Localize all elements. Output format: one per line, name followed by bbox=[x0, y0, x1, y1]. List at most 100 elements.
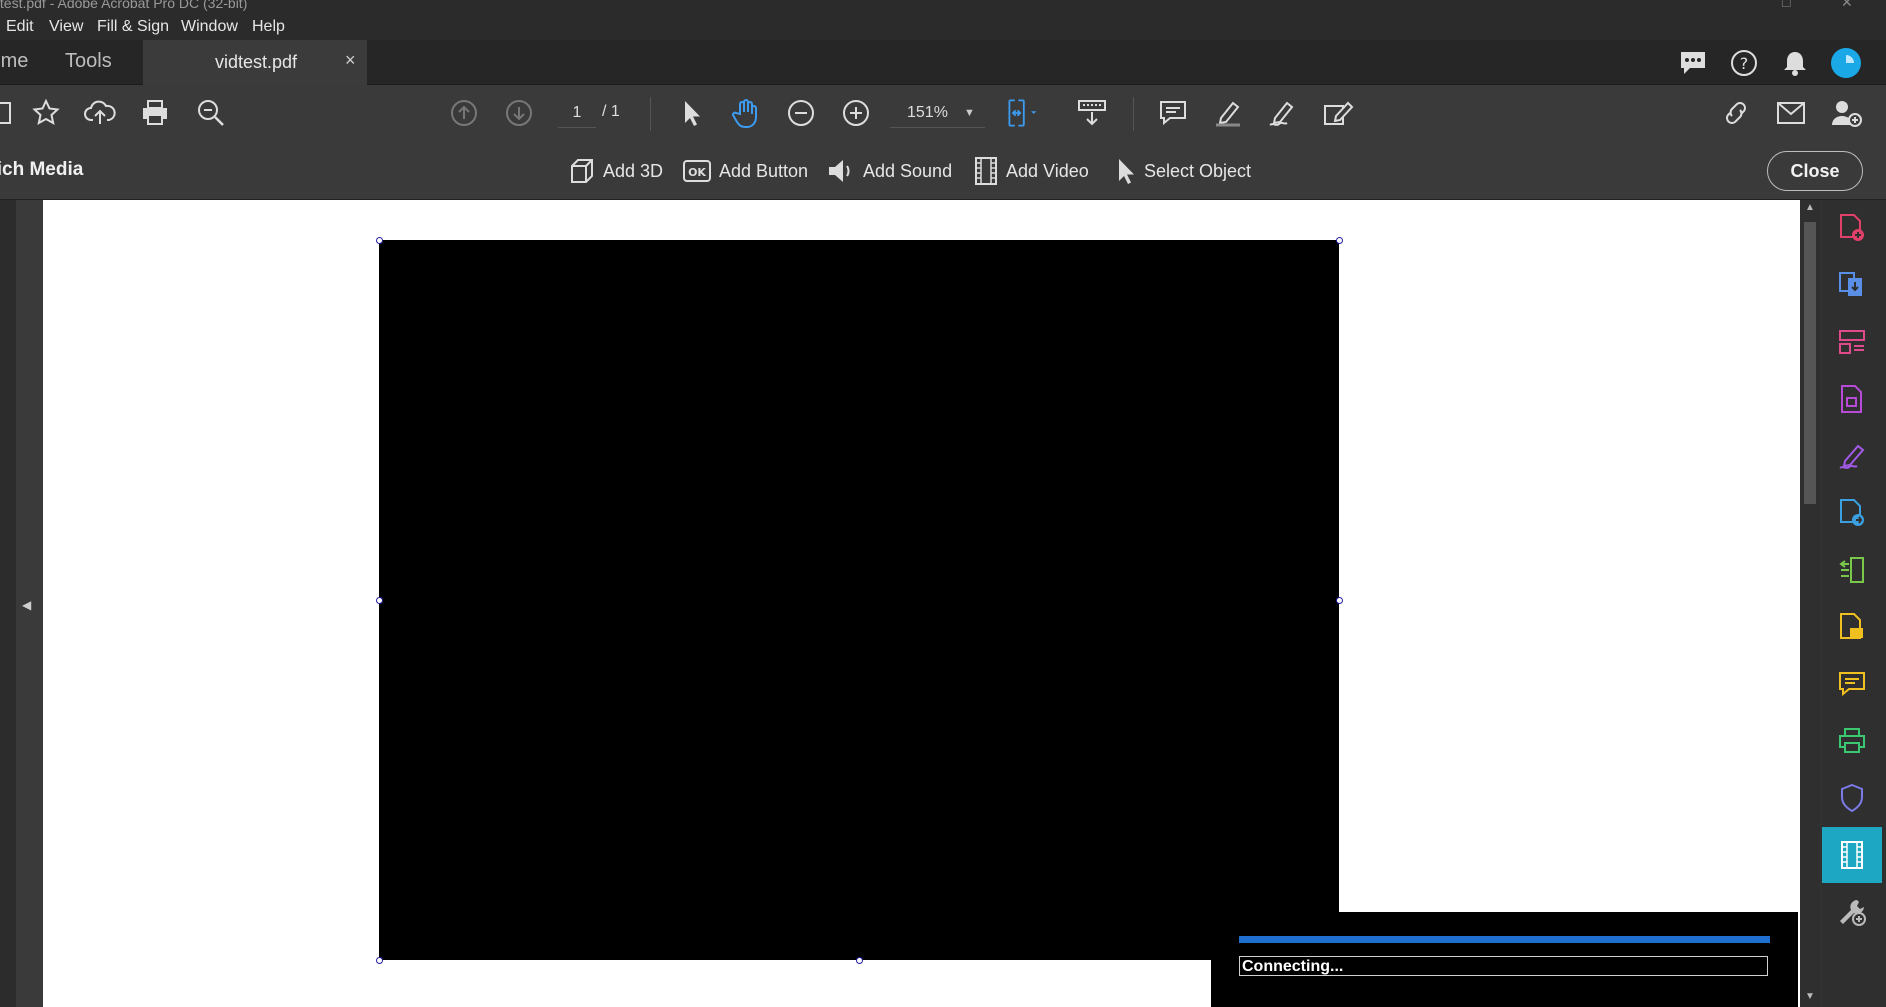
menu-help[interactable]: Help bbox=[252, 18, 285, 36]
menu-edit[interactable]: Edit bbox=[6, 18, 34, 36]
zoom-level-value: 151% bbox=[907, 104, 948, 121]
film-strip-icon bbox=[975, 157, 997, 185]
print-production-icon[interactable] bbox=[1822, 713, 1882, 769]
select-object-label: Select Object bbox=[1144, 160, 1252, 181]
rich-media-toolbar: Rich Media Add 3D OK Add Button Add Soun… bbox=[0, 142, 1886, 200]
page-total: / 1 bbox=[602, 103, 620, 120]
close-tab-icon[interactable]: × bbox=[345, 50, 356, 71]
connecting-status: Connecting... bbox=[1239, 956, 1768, 976]
video-object[interactable] bbox=[379, 240, 1339, 960]
tab-document[interactable]: vidtest.pdf × bbox=[143, 40, 367, 85]
tab-document-name: vidtest.pdf bbox=[215, 52, 298, 72]
add-sound-label: Add Sound bbox=[863, 160, 953, 181]
add-notes-icon[interactable] bbox=[1822, 599, 1882, 655]
save-icon[interactable] bbox=[0, 95, 18, 131]
rich-media-tool-icon[interactable] bbox=[1822, 827, 1882, 883]
resize-handle-top-left[interactable] bbox=[376, 237, 383, 244]
menu-view[interactable]: View bbox=[49, 18, 83, 36]
speaker-icon bbox=[829, 160, 850, 182]
add-sound-button[interactable]: Add Sound bbox=[827, 156, 952, 186]
add-button-button[interactable]: OK Add Button bbox=[683, 156, 808, 186]
menu-bar: Edit View Fill & Sign Window Help bbox=[0, 14, 1886, 40]
restore-icon[interactable]: □ bbox=[1782, 0, 1790, 10]
left-navigation-pane[interactable]: ◀ bbox=[16, 200, 43, 1007]
find-zoom-icon[interactable] bbox=[193, 95, 229, 131]
scrollbar-thumb[interactable] bbox=[1804, 222, 1816, 504]
svg-text:OK: OK bbox=[688, 166, 706, 179]
expand-left-pane-icon[interactable]: ◀ bbox=[22, 598, 31, 612]
edit-pdf-icon[interactable] bbox=[1320, 95, 1356, 131]
zoom-level-select[interactable]: 151% ▼ bbox=[890, 99, 985, 128]
menu-fill-sign[interactable]: Fill & Sign bbox=[97, 18, 169, 36]
add-user-icon[interactable] bbox=[1828, 95, 1864, 131]
resize-handle-bottom-left[interactable] bbox=[376, 957, 383, 964]
tab-bar: Home Tools vidtest.pdf × ? bbox=[0, 40, 1886, 85]
document-page[interactable] bbox=[43, 200, 1800, 1007]
window-title: vidtest.pdf - Adobe Acrobat Pro DC (32-b… bbox=[0, 0, 248, 11]
ok-button-icon: OK bbox=[683, 160, 711, 182]
protect-shield-icon[interactable] bbox=[1822, 770, 1882, 826]
resize-handle-right[interactable] bbox=[1336, 597, 1343, 604]
toolbar-divider bbox=[650, 97, 651, 131]
select-object-button[interactable]: Select Object bbox=[1116, 156, 1251, 186]
compare-files-icon[interactable] bbox=[1822, 542, 1882, 598]
combine-files-icon[interactable] bbox=[1822, 257, 1882, 313]
scroll-down-icon[interactable]: ▼ bbox=[1805, 991, 1815, 1002]
zoom-out-icon[interactable] bbox=[783, 95, 819, 131]
add-3d-button[interactable]: Add 3D bbox=[569, 156, 663, 186]
bookmark-star-icon[interactable] bbox=[28, 95, 64, 131]
main-toolbar: 1 / 1 151% ▼ bbox=[0, 85, 1886, 143]
title-bar: vidtest.pdf - Adobe Acrobat Pro DC (32-b… bbox=[0, 0, 1886, 14]
zoom-in-icon[interactable] bbox=[838, 95, 874, 131]
organize-pages-icon[interactable] bbox=[1822, 314, 1882, 370]
menu-window[interactable]: Window bbox=[181, 18, 238, 36]
toolbar-divider bbox=[1133, 97, 1134, 131]
add-video-label: Add Video bbox=[1006, 160, 1089, 181]
sign-icon[interactable] bbox=[1265, 95, 1301, 131]
arrow-cursor-icon bbox=[1119, 159, 1134, 184]
loading-progress-bar bbox=[1239, 936, 1770, 943]
highlight-icon[interactable] bbox=[1210, 95, 1246, 131]
notifications-icon[interactable] bbox=[1780, 48, 1810, 78]
create-pdf-icon[interactable] bbox=[1822, 200, 1882, 256]
svg-text:?: ? bbox=[1740, 54, 1749, 73]
fit-page-icon[interactable] bbox=[1004, 95, 1040, 131]
hand-tool-icon[interactable] bbox=[728, 95, 764, 131]
tab-home[interactable]: Home bbox=[0, 50, 28, 73]
page-number-input[interactable]: 1 bbox=[558, 99, 596, 128]
vertical-scrollbar[interactable]: ▲ ▼ bbox=[1800, 200, 1820, 1007]
add-video-button[interactable]: Add Video bbox=[974, 156, 1089, 186]
share-link-icon[interactable] bbox=[1718, 95, 1754, 131]
email-icon[interactable] bbox=[1773, 95, 1809, 131]
account-avatar-icon[interactable] bbox=[1830, 47, 1862, 79]
left-gutter bbox=[0, 200, 16, 1007]
print-icon[interactable] bbox=[137, 95, 173, 131]
comment-icon[interactable] bbox=[1155, 95, 1191, 131]
select-cursor-icon[interactable] bbox=[673, 95, 709, 131]
right-tools-pane bbox=[1822, 200, 1886, 1007]
add-3d-label: Add 3D bbox=[603, 160, 664, 181]
export-pdf-icon[interactable] bbox=[1822, 371, 1882, 427]
cube-icon bbox=[571, 159, 593, 183]
share-comments-icon[interactable] bbox=[1678, 49, 1708, 77]
next-page-icon[interactable] bbox=[501, 95, 537, 131]
upload-cloud-icon[interactable] bbox=[82, 95, 118, 131]
resize-handle-left[interactable] bbox=[376, 597, 383, 604]
close-window-icon[interactable]: ✕ bbox=[1841, 0, 1853, 11]
add-button-label: Add Button bbox=[719, 160, 809, 181]
scroll-up-icon[interactable]: ▲ bbox=[1805, 202, 1815, 213]
scroll-mode-icon[interactable] bbox=[1074, 95, 1110, 131]
help-icon[interactable]: ? bbox=[1729, 48, 1759, 78]
video-player-overlay: Connecting... bbox=[1211, 912, 1798, 1007]
close-rich-media-button[interactable]: Close bbox=[1767, 151, 1863, 191]
fill-sign-icon[interactable] bbox=[1822, 428, 1882, 484]
send-for-signature-icon[interactable] bbox=[1822, 485, 1882, 541]
comment-tool-icon[interactable] bbox=[1822, 656, 1882, 712]
previous-page-icon[interactable] bbox=[446, 95, 482, 131]
more-tools-icon[interactable] bbox=[1822, 884, 1882, 940]
chevron-down-icon: ▼ bbox=[964, 107, 975, 119]
rich-media-label: Rich Media bbox=[0, 159, 84, 180]
resize-handle-top-right[interactable] bbox=[1336, 237, 1343, 244]
resize-handle-bottom[interactable] bbox=[856, 957, 863, 964]
tab-tools[interactable]: Tools bbox=[65, 50, 112, 73]
